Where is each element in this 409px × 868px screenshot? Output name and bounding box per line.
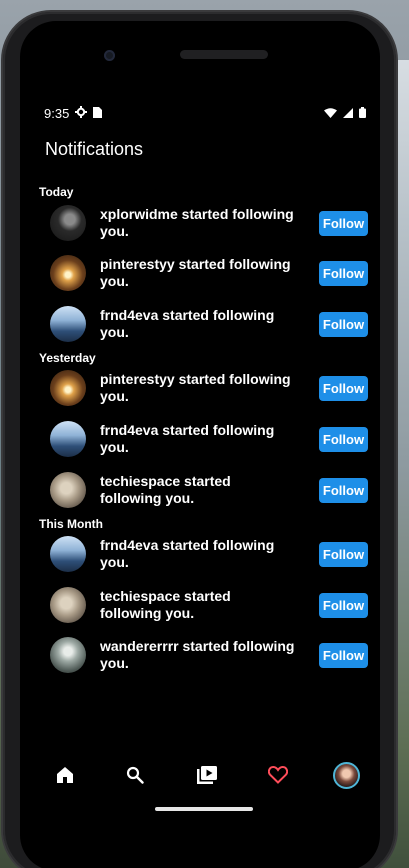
notification-text: xplorwidme started following you. [100, 206, 294, 239]
follow-button[interactable]: Follow [319, 592, 368, 618]
notification-row[interactable]: techiespace started following you. Follo… [50, 583, 368, 627]
section-label-this-month: This Month [39, 517, 103, 531]
wifi-icon [324, 106, 337, 121]
page-title: Notifications [45, 139, 144, 159]
follow-button[interactable]: Follow [319, 426, 368, 452]
section-label-yesterday: Yesterday [39, 351, 96, 365]
reels-icon[interactable] [193, 761, 221, 789]
follow-button[interactable]: Follow [319, 210, 368, 236]
battery-icon [359, 106, 366, 121]
user-avatar[interactable] [50, 536, 86, 572]
status-indicators [324, 106, 366, 121]
notification-text: pinterestyy started following you. [100, 256, 291, 289]
front-camera [104, 50, 115, 61]
notification-row[interactable]: xplorwidme started following you. Follow [50, 201, 368, 245]
notification-text: techiespace started following you. [100, 588, 231, 621]
status-time: 9:35 [44, 105, 70, 121]
profile-avatar[interactable] [332, 761, 360, 789]
notification-text: pinterestyy started following you. [100, 371, 291, 404]
notification-row[interactable]: frnd4eva started following you. Follow [50, 302, 368, 346]
signal-icon [343, 106, 353, 121]
user-avatar[interactable] [50, 637, 86, 673]
notification-row[interactable]: frnd4eva started following you. Follow [50, 532, 368, 576]
user-avatar[interactable] [50, 255, 86, 291]
user-avatar[interactable] [50, 587, 86, 623]
search-icon[interactable] [121, 761, 149, 789]
user-avatar[interactable] [50, 472, 86, 508]
app-screen: 9:35 Notifications Today xplorwidme star… [20, 21, 380, 868]
notification-row[interactable]: techiespace started following you. Follo… [50, 468, 368, 512]
status-bar: 9:35 [44, 105, 366, 121]
user-avatar[interactable] [50, 306, 86, 342]
earpiece-speaker [180, 50, 268, 59]
settings-status-icon [75, 105, 88, 121]
phone-frame: 9:35 Notifications Today xplorwidme star… [3, 12, 396, 868]
sim-status-icon [93, 106, 103, 121]
notification-row[interactable]: pinterestyy started following you. Follo… [50, 366, 368, 410]
notification-text: techiespace started following you. [100, 473, 231, 506]
follow-button[interactable]: Follow [319, 477, 368, 503]
user-avatar[interactable] [50, 370, 86, 406]
follow-button[interactable]: Follow [319, 375, 368, 401]
section-label-today: Today [39, 185, 74, 199]
home-indicator[interactable] [155, 807, 253, 811]
follow-button[interactable]: Follow [319, 260, 368, 286]
follow-button[interactable]: Follow [319, 642, 368, 668]
notification-text: frnd4eva started following you. [100, 537, 275, 570]
notification-text: frnd4eva started following you. [100, 422, 275, 455]
heart-icon[interactable] [264, 761, 292, 789]
bottom-nav [20, 751, 380, 799]
notification-row[interactable]: frnd4eva started following you. Follow [50, 417, 368, 461]
user-avatar[interactable] [50, 421, 86, 457]
notification-row[interactable]: wandererrrr started following you. Follo… [50, 633, 368, 677]
follow-button[interactable]: Follow [319, 311, 368, 337]
home-icon[interactable] [51, 761, 79, 789]
follow-button[interactable]: Follow [319, 541, 368, 567]
notification-text: wandererrrr started following you. [100, 638, 295, 671]
notification-row[interactable]: pinterestyy started following you. Follo… [50, 251, 368, 295]
user-avatar[interactable] [50, 205, 86, 241]
notification-text: frnd4eva started following you. [100, 307, 275, 340]
